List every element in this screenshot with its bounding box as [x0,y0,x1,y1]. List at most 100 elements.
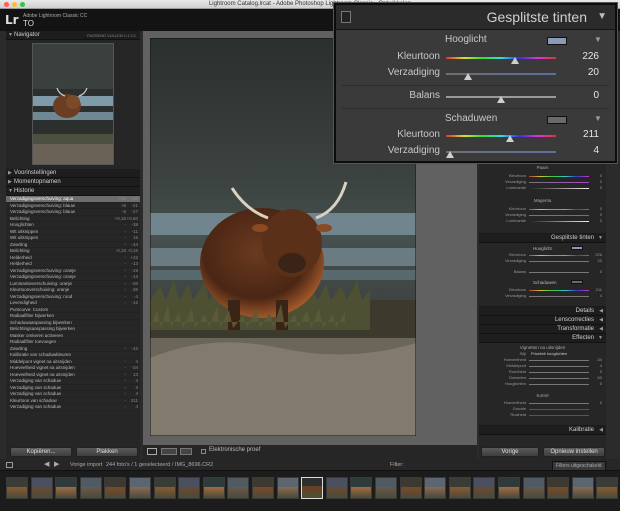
snapshots-header[interactable]: ▶ Momentopnamen [6,178,140,187]
softproof-checkbox[interactable] [201,449,206,454]
copy-button[interactable]: Kopiëren... [10,447,72,457]
navigator-zoom-tabs[interactable]: PASSEND VULLEN 1:1 2:1 [87,31,136,40]
filter-select[interactable]: Filters uitgeschakeld [552,461,606,471]
balance-knob[interactable] [497,96,505,103]
filmstrip-source[interactable]: Vorige import [70,459,102,471]
highlight-color-swatch[interactable] [547,37,567,45]
hl-sat-slider[interactable] [446,73,556,75]
magenta-lum-row[interactable]: Luminantie 0 [479,218,606,224]
filmstrip-thumbnail[interactable] [252,477,274,499]
mini-sh-swatch[interactable] [571,280,583,284]
filmstrip-thumbnail[interactable] [350,477,373,499]
transform-header[interactable]: Transformatie ◀ [479,325,606,334]
panel-switch-icon[interactable] [341,11,351,23]
details-header[interactable]: Details ◀ [479,307,606,316]
history-item-label: Kleurtoon van schaduw [10,397,57,403]
balance-value[interactable]: 0 [559,90,599,101]
reset-button[interactable]: Opnieuw instellen [543,447,605,457]
sh-sat-knob[interactable] [446,151,455,158]
calibration-title: Kalibratie [568,427,594,433]
vignette-title: Vignetten na uitsnijden [519,345,566,350]
hl-hue-slider[interactable] [446,57,556,59]
filmstrip-thumbnail[interactable] [522,477,545,499]
paars-lum-row[interactable]: Luminantie 0 [479,185,606,191]
filmstrip-thumbnail[interactable] [104,477,127,499]
navigator-thumbnail [33,44,113,164]
filmstrip-bar: ◀ ▶ Vorige import 244 foto's / 1 geselec… [0,459,620,471]
filmstrip-thumbnail[interactable] [276,477,299,499]
filmstrip-thumbnail[interactable] [202,477,225,499]
navigator-header[interactable]: ▼ Navigator PASSEND VULLEN 1:1 2:1 [6,31,140,40]
filmstrip-thumbnail[interactable] [325,477,348,499]
hsl-mini-section: Paars Kleurtoon 0 Verzadiging 0 Luminantie… [479,160,606,234]
sh-sat-slider[interactable] [446,151,556,153]
mini-hooglicht-label: Hooglicht [533,246,552,251]
filmstrip-thumbnail[interactable] [30,477,53,499]
filmstrip-thumbnail[interactable] [424,477,447,499]
compare-icon[interactable] [161,448,177,455]
filmstrip-thumbnail[interactable] [55,477,78,499]
shadow-color-swatch[interactable] [547,116,567,124]
history-item-label: Wit uitknippen [10,235,39,240]
grid-view-icon[interactable] [6,462,13,468]
sh-hue-value[interactable]: 211 [559,129,599,140]
history-item-label: Verzadigingsverschuiving: blauw [10,209,76,214]
presets-header[interactable]: ▶ Voorinstellingen [6,169,140,178]
filmstrip-thumbnail[interactable] [227,477,250,499]
filmstrip-thumbnail[interactable] [301,477,324,499]
hl-hue-value[interactable]: 226 [559,51,599,62]
filmstrip-thumbnail[interactable] [178,477,201,499]
calibration-header[interactable]: Kalibratie ◀ [479,426,606,435]
hl-sat-value[interactable]: 20 [559,67,599,78]
triangle-toggle-icon[interactable]: ▼ [8,31,13,40]
presets-title: Voorinstellingen [14,170,57,176]
split-toning-header[interactable]: Gesplitste tinten ▼ [479,234,606,243]
history-item-label: Belichting [10,215,30,221]
sh-hue-knob[interactable] [506,135,515,142]
lr-logo: Lr [5,13,19,27]
loupe-view-icon[interactable] [147,448,157,455]
vignette-highlights-row[interactable]: Hooglichten 0 [479,381,606,387]
history-item[interactable]: Verzadiging van schaduw - 4 [6,404,140,411]
navigator-preview[interactable] [32,43,114,165]
filmstrip-thumbnail[interactable] [448,477,471,499]
grain-roughness-row[interactable]: Ruwheid [479,412,606,418]
filmstrip-thumbnail[interactable] [596,477,619,499]
filmstrip-thumbnail[interactable] [399,477,422,499]
filmstrip-thumbnail[interactable] [153,477,176,499]
history-item-label: Verzadigingsverschuiving: oranje [10,267,76,273]
sh-hue-slider[interactable] [446,135,556,137]
filmstrip-thumbnail[interactable] [547,477,570,499]
filmstrip-thumbnail[interactable] [375,477,397,499]
effects-header[interactable]: Effecten ▼ [479,334,606,343]
history-item-label: Hoeveelheid vignet na uitsnijden [10,365,75,370]
history-item-label: Middelpunt vignet na uitsnijden [10,358,72,364]
forward-arrow-icon[interactable]: ▶ [54,459,59,471]
collapse-triangle-icon[interactable]: ▼ [597,11,607,22]
back-arrow-icon[interactable]: ◀ [44,459,49,471]
previous-button[interactable]: Vorige [481,447,539,457]
yy-compare-icon[interactable] [180,448,192,455]
hl-sat-knob[interactable] [464,73,472,80]
mini-balance[interactable]: Balans 0 [479,269,606,275]
split-toning-popup-header[interactable]: Gesplitste tinten ▼ [336,5,615,30]
filmstrip-thumbnail[interactable] [498,477,520,499]
shadow-swatch-triangle-icon[interactable]: ▼ [594,114,602,123]
filmstrip-thumbnail[interactable] [6,477,28,499]
hl-hue-knob[interactable] [511,57,520,64]
filmstrip-thumbnail[interactable] [571,477,594,499]
filmstrip-thumbnail[interactable] [473,477,496,499]
sh-sat-value[interactable]: 4 [559,145,599,156]
history-list: Verzadigingsverschuiving: aqua +60 -37 Verz… [6,196,140,411]
softproof-label: Elektronische proef [209,447,261,453]
mini-sh-sat[interactable]: Verzadiging 4 [479,293,606,299]
history-header[interactable]: ▼ Historie [6,187,140,196]
mini-hl-sat[interactable]: Verzadiging 20 [479,258,606,264]
filmstrip-thumbnail[interactable] [79,477,102,499]
paste-button[interactable]: Plakken [76,447,138,457]
lens-corrections-header[interactable]: Lenscorrecties ◀ [479,316,606,325]
highlight-swatch-triangle-icon[interactable]: ▼ [594,35,602,44]
filmstrip-thumbnail[interactable] [129,477,151,499]
history-item-label: Zwarting [10,345,28,351]
mini-hl-swatch[interactable] [571,246,583,250]
